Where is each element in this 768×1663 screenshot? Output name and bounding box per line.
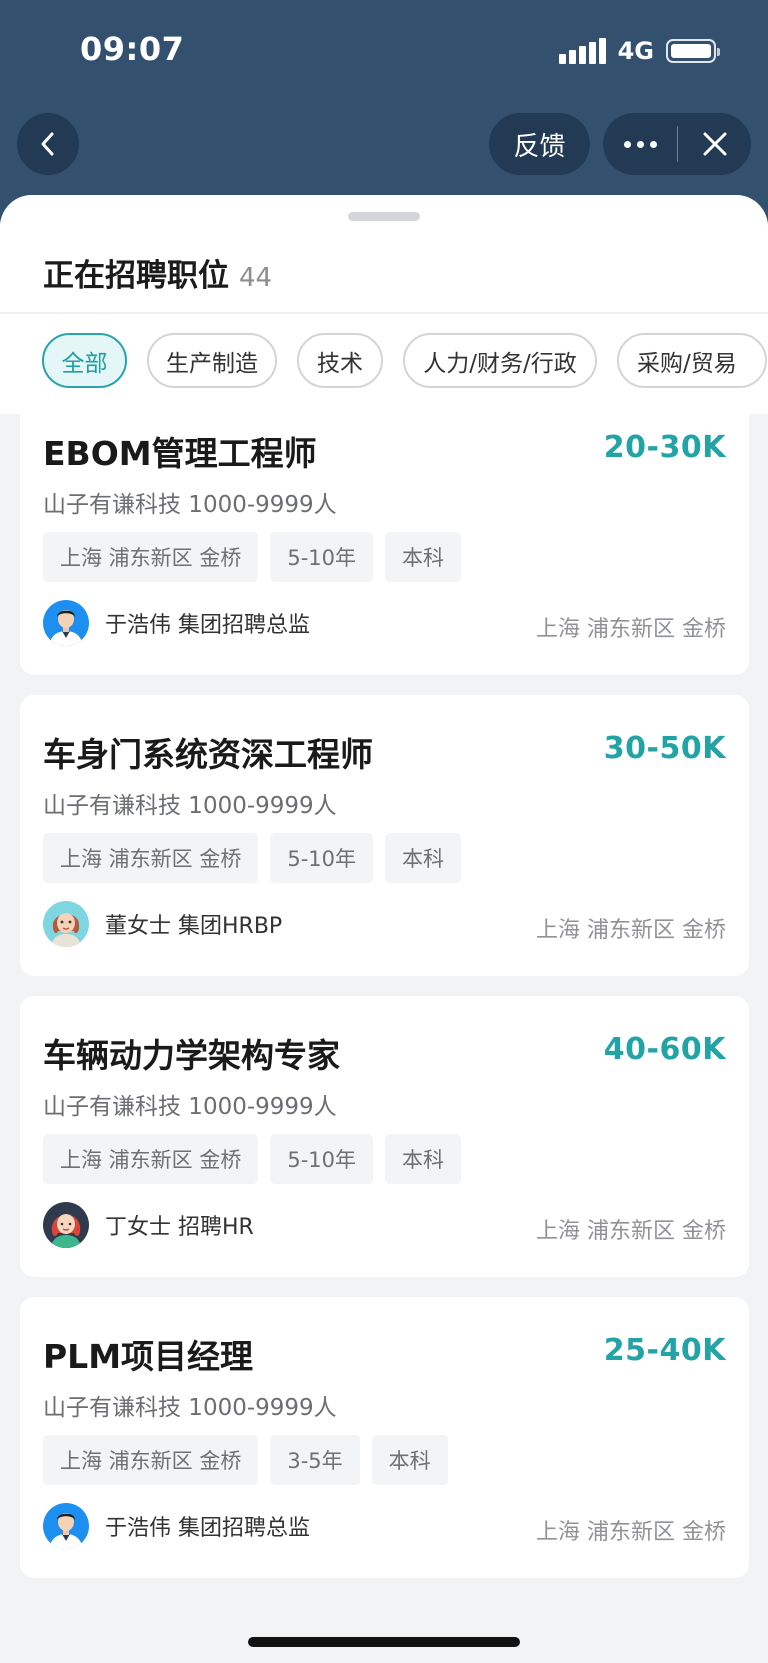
tag-experience: 5-10年 bbox=[270, 532, 374, 582]
job-title: EBOM管理工程师 bbox=[43, 434, 317, 473]
tag-education: 本科 bbox=[385, 1134, 462, 1184]
filter-chip-hr-finance-admin[interactable]: 人力/财务/行政 bbox=[403, 333, 597, 388]
recruiter-name: 于浩伟 集团招聘总监 bbox=[105, 1516, 310, 1541]
tag-education: 本科 bbox=[385, 532, 462, 582]
job-location: 上海 浦东新区 金桥 bbox=[536, 918, 726, 943]
recruiter-name: 丁女士 招聘HR bbox=[105, 1215, 254, 1240]
sheet-header: 正在招聘职位 44 全部 生产制造 技术 人力/财务/行政 采购/贸易 bbox=[0, 195, 768, 414]
battery-icon bbox=[666, 39, 720, 63]
recruiter: 于浩伟 集团招聘总监 bbox=[43, 600, 310, 646]
job-count: 44 bbox=[239, 263, 273, 293]
status-time: 09:07 bbox=[80, 30, 185, 68]
job-tags: 上海 浦东新区 金桥 5-10年 本科 bbox=[43, 833, 462, 883]
filter-chips: 全部 生产制造 技术 人力/财务/行政 采购/贸易 bbox=[42, 333, 767, 388]
signal-icon bbox=[558, 38, 606, 64]
job-card[interactable]: EBOM管理工程师 20-30K 山子有谦科技 1000-9999人 上海 浦东… bbox=[20, 394, 749, 675]
close-icon bbox=[703, 132, 726, 156]
job-salary: 25-40K bbox=[603, 1333, 726, 1368]
filter-chip-tech[interactable]: 技术 bbox=[297, 333, 383, 388]
job-salary: 40-60K bbox=[603, 1032, 726, 1067]
status-indicators: 4G bbox=[558, 36, 720, 66]
job-card[interactable]: 车身门系统资深工程师 30-50K 山子有谦科技 1000-9999人 上海 浦… bbox=[20, 695, 749, 976]
job-salary: 30-50K bbox=[603, 731, 726, 766]
jobs-sheet: 正在招聘职位 44 全部 生产制造 技术 人力/财务/行政 采购/贸易 EBOM… bbox=[0, 195, 768, 1663]
close-button[interactable] bbox=[678, 113, 751, 175]
more-options-button[interactable] bbox=[603, 113, 677, 175]
filter-chip-procurement[interactable]: 采购/贸易 bbox=[617, 333, 767, 388]
job-location: 上海 浦东新区 金桥 bbox=[536, 617, 726, 642]
job-tags: 上海 浦东新区 金桥 5-10年 本科 bbox=[43, 1134, 462, 1184]
recruiter: 丁女士 招聘HR bbox=[43, 1202, 254, 1248]
recruiter: 董女士 集团HRBP bbox=[43, 901, 282, 947]
chevron-left-icon bbox=[41, 132, 54, 156]
recruiter-name: 董女士 集团HRBP bbox=[105, 914, 283, 939]
tag-location: 上海 浦东新区 金桥 bbox=[43, 1134, 259, 1184]
job-card[interactable]: PLM项目经理 25-40K 山子有谦科技 1000-9999人 上海 浦东新区… bbox=[20, 1297, 749, 1578]
tag-experience: 3-5年 bbox=[270, 1435, 360, 1485]
company-info: 山子有谦科技 1000-9999人 bbox=[43, 492, 337, 518]
mini-program-capsule bbox=[603, 113, 751, 175]
male-avatar-icon bbox=[43, 600, 89, 646]
job-salary: 20-30K bbox=[603, 430, 726, 465]
cartoon-woman-avatar-icon bbox=[43, 901, 89, 947]
tag-experience: 5-10年 bbox=[270, 1134, 374, 1184]
feedback-button[interactable]: 反馈 bbox=[489, 113, 590, 175]
male-avatar-icon bbox=[43, 1503, 89, 1549]
back-button[interactable] bbox=[17, 113, 79, 175]
status-bar: 09:07 4G bbox=[0, 0, 768, 100]
job-tags: 上海 浦东新区 金桥 3-5年 本科 bbox=[43, 1435, 448, 1485]
company-info: 山子有谦科技 1000-9999人 bbox=[43, 1395, 337, 1421]
company-info: 山子有谦科技 1000-9999人 bbox=[43, 1094, 337, 1120]
job-location: 上海 浦东新区 金桥 bbox=[536, 1219, 726, 1244]
filter-chip-all[interactable]: 全部 bbox=[42, 333, 127, 388]
filter-chip-manufacturing[interactable]: 生产制造 bbox=[147, 333, 277, 388]
tag-education: 本科 bbox=[371, 1435, 448, 1485]
more-dots-icon bbox=[623, 140, 631, 148]
header-divider bbox=[0, 312, 768, 314]
sheet-title-text: 正在招聘职位 bbox=[43, 258, 229, 294]
recruiter-name: 于浩伟 集团招聘总监 bbox=[105, 613, 310, 638]
job-tags: 上海 浦东新区 金桥 5-10年 本科 bbox=[43, 532, 462, 582]
drag-handle[interactable] bbox=[348, 212, 420, 221]
tag-education: 本科 bbox=[385, 833, 462, 883]
job-card[interactable]: 车辆动力学架构专家 40-60K 山子有谦科技 1000-9999人 上海 浦东… bbox=[20, 996, 749, 1277]
home-indicator bbox=[248, 1637, 520, 1647]
company-info: 山子有谦科技 1000-9999人 bbox=[43, 793, 337, 819]
tag-location: 上海 浦东新区 金桥 bbox=[43, 1435, 259, 1485]
tag-location: 上海 浦东新区 金桥 bbox=[43, 833, 259, 883]
job-title: 车身门系统资深工程师 bbox=[43, 735, 373, 774]
network-type: 4G bbox=[617, 37, 654, 65]
tag-experience: 5-10年 bbox=[270, 833, 374, 883]
tag-location: 上海 浦东新区 金桥 bbox=[43, 532, 259, 582]
job-title: 车辆动力学架构专家 bbox=[43, 1036, 340, 1075]
sheet-title: 正在招聘职位 44 bbox=[43, 250, 272, 295]
recruiter: 于浩伟 集团招聘总监 bbox=[43, 1503, 310, 1549]
job-title: PLM项目经理 bbox=[43, 1337, 254, 1376]
job-location: 上海 浦东新区 金桥 bbox=[536, 1520, 726, 1545]
red-hair-woman-avatar-icon bbox=[43, 1202, 89, 1248]
